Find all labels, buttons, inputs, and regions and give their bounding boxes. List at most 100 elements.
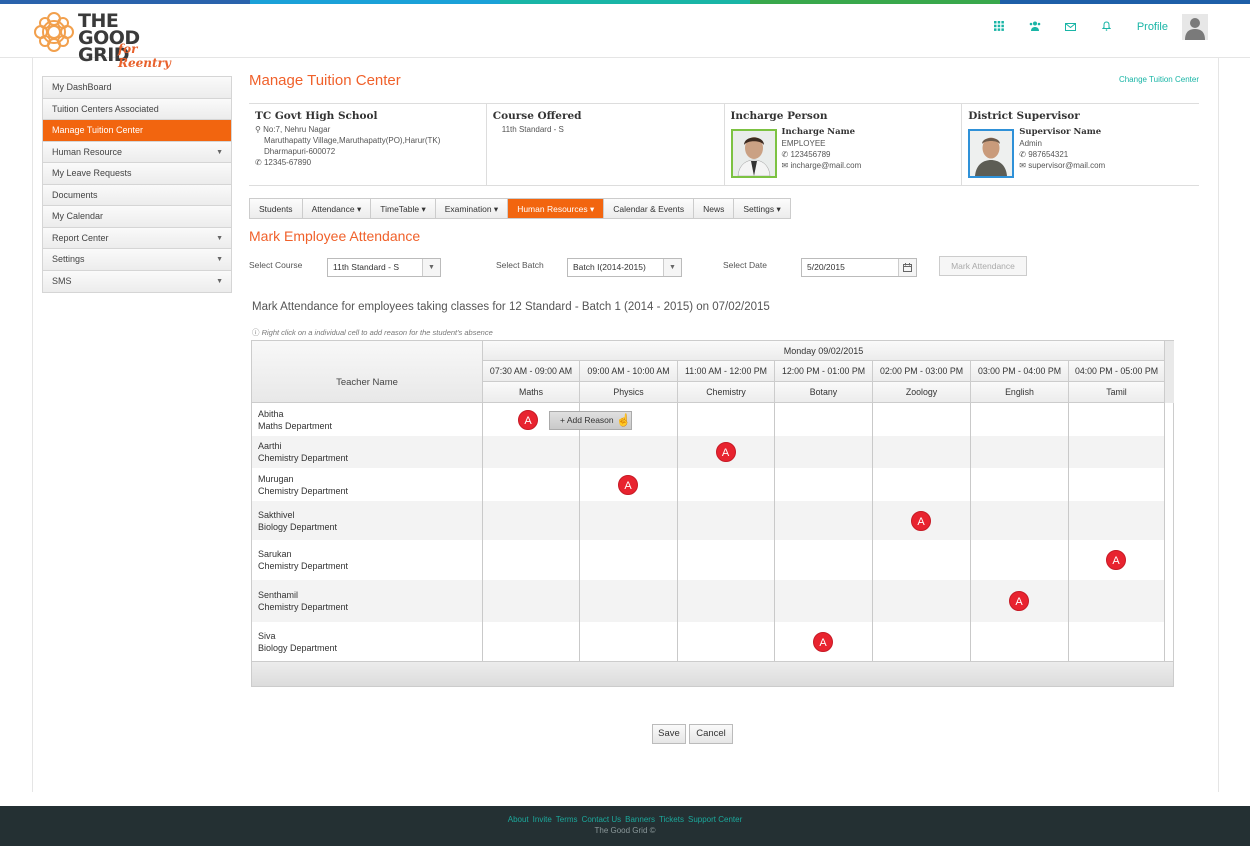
attendance-cell[interactable] [1068,622,1164,661]
attendance-cell[interactable] [970,501,1068,540]
attendance-cell[interactable] [677,403,774,436]
attendance-cell[interactable] [774,436,872,468]
attendance-cell[interactable]: A [579,468,677,501]
footer-link-contact-us[interactable]: Contact Us [582,815,622,824]
footer-link-banners[interactable]: Banners [625,815,655,824]
footer-link-terms[interactable]: Terms [556,815,578,824]
tab-settings[interactable]: Settings ▾ [734,199,789,218]
grid-icon[interactable] [981,20,1017,34]
attendance-cell[interactable] [1068,501,1164,540]
attendance-cell[interactable] [482,540,579,580]
column-divider [677,403,678,661]
attendance-cell[interactable]: A [872,501,970,540]
change-tuition-center-link[interactable]: Change Tuition Center [1119,75,1199,84]
footer-link-support-center[interactable]: Support Center [688,815,742,824]
attendance-cell[interactable] [579,540,677,580]
tab-news[interactable]: News [694,199,735,218]
attendance-cell[interactable] [1068,403,1164,436]
absent-marker[interactable]: A [1009,591,1029,611]
course-select[interactable]: 11th Standard - S ▼ [327,258,441,277]
batch-select[interactable]: Batch I(2014-2015) ▼ [567,258,682,277]
footer-link-invite[interactable]: Invite [533,815,552,824]
avatar[interactable] [1182,14,1208,40]
sidebar-item-human-resource[interactable]: Human Resource ▼ [43,141,231,163]
mail-icon[interactable] [1053,20,1089,34]
sidebar-item-sms[interactable]: SMS ▼ [43,270,231,292]
bell-icon[interactable] [1089,20,1125,34]
attendance-cell[interactable] [774,540,872,580]
attendance-cell[interactable] [872,436,970,468]
attendance-cell[interactable] [872,403,970,436]
sidebar-item-manage-tuition-center[interactable]: Manage Tuition Center [43,120,231,142]
attendance-cell[interactable] [677,540,774,580]
attendance-cell[interactable] [774,468,872,501]
attendance-cell[interactable] [774,580,872,622]
attendance-cell[interactable] [482,468,579,501]
attendance-cell[interactable] [1068,580,1164,622]
attendance-cell[interactable] [579,622,677,661]
mark-attendance-button[interactable]: Mark Attendance [939,256,1027,276]
attendance-cell[interactable] [579,501,677,540]
profile-link[interactable]: Profile [1137,21,1168,33]
column-divider [970,403,971,661]
cancel-button[interactable]: Cancel [689,724,733,744]
tab-human-resources[interactable]: Human Resources ▾ [508,199,605,218]
tab-students[interactable]: Students [250,199,303,218]
attendance-cell[interactable] [970,540,1068,580]
date-input[interactable]: 5/20/2015 [801,258,917,277]
attendance-cell[interactable] [774,501,872,540]
absent-marker[interactable]: A [715,442,736,462]
absent-marker[interactable]: A [813,631,833,652]
attendance-cell[interactable]: A [1068,540,1164,580]
attendance-cell[interactable] [482,501,579,540]
absent-marker[interactable]: A [518,409,538,430]
attendance-cell[interactable] [579,436,677,468]
attendance-cell[interactable] [872,580,970,622]
save-button[interactable]: Save [652,724,686,744]
attendance-cell[interactable] [482,436,579,468]
attendance-cell[interactable] [774,403,872,436]
sidebar-item-report-center[interactable]: Report Center ▼ [43,227,231,249]
attendance-cell[interactable] [482,580,579,622]
sidebar-item-my-leave-requests[interactable]: My Leave Requests [43,163,231,185]
absent-marker[interactable]: A [911,510,931,531]
attendance-cell[interactable] [677,580,774,622]
attendance-cell[interactable]: A [677,436,774,468]
sidebar-item-documents[interactable]: Documents [43,184,231,206]
users-icon[interactable] [1017,20,1053,34]
attendance-cell[interactable] [677,468,774,501]
attendance-cell[interactable] [677,501,774,540]
tab-examination[interactable]: Examination ▾ [436,199,509,218]
column-divider [1164,403,1165,661]
attendance-cell[interactable] [1068,468,1164,501]
teacher-name: Sakthivel [258,509,295,520]
chevron-down-icon: ▾ [419,204,426,214]
footer-link-tickets[interactable]: Tickets [659,815,684,824]
attendance-cell[interactable] [970,403,1068,436]
attendance-cell[interactable]: A [774,622,872,661]
attendance-cell[interactable] [970,436,1068,468]
column-divider [774,403,775,661]
sidebar-item-my-dashboard[interactable]: My DashBoard [43,77,231,99]
footer-link-about[interactable]: About [508,815,529,824]
absent-marker[interactable]: A [618,474,638,495]
attendance-cell[interactable] [482,622,579,661]
attendance-cell[interactable] [1068,436,1164,468]
attendance-cell[interactable] [579,580,677,622]
attendance-cell[interactable]: A [970,580,1068,622]
tab-timetable[interactable]: TimeTable ▾ [371,199,436,218]
brand-logo[interactable]: THE GOOD GRID for Reentry [32,10,182,70]
absent-marker[interactable]: A [1106,550,1126,570]
attendance-cell[interactable] [970,468,1068,501]
sidebar-item-settings[interactable]: Settings ▼ [43,249,231,271]
tab-attendance[interactable]: Attendance ▾ [303,199,372,218]
attendance-cell[interactable] [872,468,970,501]
attendance-cell[interactable] [677,622,774,661]
sidebar-item-tuition-centers-associated[interactable]: Tuition Centers Associated [43,98,231,120]
calendar-icon[interactable] [898,259,916,276]
tab-calendar-events[interactable]: Calendar & Events [604,199,695,218]
attendance-cell[interactable] [872,540,970,580]
attendance-cell[interactable] [872,622,970,661]
sidebar-item-my-calendar[interactable]: My Calendar [43,206,231,228]
attendance-cell[interactable] [970,622,1068,661]
